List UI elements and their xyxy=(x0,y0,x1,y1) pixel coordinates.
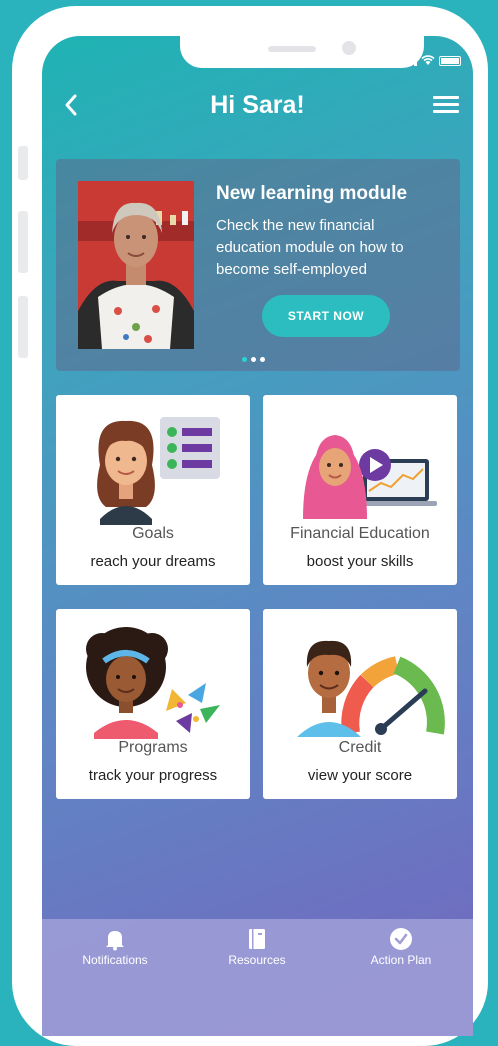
bell-icon xyxy=(106,931,124,951)
phone-notch xyxy=(180,36,424,68)
tab-notifications[interactable]: Notifications xyxy=(60,927,170,967)
tab-label: Resources xyxy=(228,953,286,967)
tab-label: Action Plan xyxy=(370,953,432,967)
card-subtitle: view your score xyxy=(307,767,413,784)
promo-banner[interactable]: New learning module Check the new financ… xyxy=(56,159,460,371)
tab-label: Notifications xyxy=(82,953,148,967)
wifi-icon xyxy=(421,55,435,65)
tab-action-plan[interactable]: Action Plan xyxy=(346,927,456,967)
goals-card[interactable]: Goals reach your dreams xyxy=(56,395,250,585)
banner-title: New learning module xyxy=(216,183,408,204)
status-bar xyxy=(399,54,461,66)
page-title: Hi Sara! xyxy=(210,91,305,119)
battery-icon xyxy=(439,56,461,66)
front-camera xyxy=(342,41,356,55)
card-subtitle: track your progress xyxy=(88,767,218,784)
carousel-dot[interactable] xyxy=(251,357,256,362)
carousel-indicator[interactable] xyxy=(242,357,265,362)
hamburger-menu-icon xyxy=(433,96,459,99)
speaker-grille xyxy=(268,46,316,52)
goals-illustration xyxy=(97,417,220,525)
financial-education-card[interactable]: Financial Education boost your skills xyxy=(263,395,457,585)
card-title: Programs xyxy=(118,739,188,756)
phone-volume-up xyxy=(18,211,28,273)
card-title: Financial Education xyxy=(290,525,430,542)
credit-illustration xyxy=(297,640,445,737)
bottom-tab-bar: Notifications Resources Action Plan xyxy=(42,919,473,1036)
app-screen: Hi Sara! New learning module Check the n… xyxy=(42,36,473,1036)
programs-illustration xyxy=(86,627,220,739)
banner-description: Check the new financial education module… xyxy=(216,217,404,278)
start-now-button[interactable]: START NOW xyxy=(262,295,390,337)
financial-education-illustration xyxy=(303,435,437,519)
card-title: Goals xyxy=(132,525,174,542)
book-icon xyxy=(249,929,265,949)
card-title: Credit xyxy=(338,739,382,756)
carousel-dot[interactable] xyxy=(242,357,247,362)
check-circle-icon xyxy=(390,928,412,950)
programs-card[interactable]: Programs track your progress xyxy=(56,609,250,799)
signal-icon xyxy=(399,56,417,66)
phone-side-button xyxy=(18,146,28,180)
credit-card[interactable]: Credit view your score xyxy=(263,609,457,799)
card-subtitle: reach your dreams xyxy=(90,553,216,570)
tab-resources[interactable]: Resources xyxy=(202,927,312,967)
carousel-dot[interactable] xyxy=(260,357,265,362)
app-header: Hi Sara! xyxy=(42,90,473,130)
banner-photo xyxy=(78,181,194,349)
card-subtitle: boost your skills xyxy=(306,553,414,570)
phone-volume-down xyxy=(18,296,28,358)
menu-button[interactable] xyxy=(433,92,459,118)
